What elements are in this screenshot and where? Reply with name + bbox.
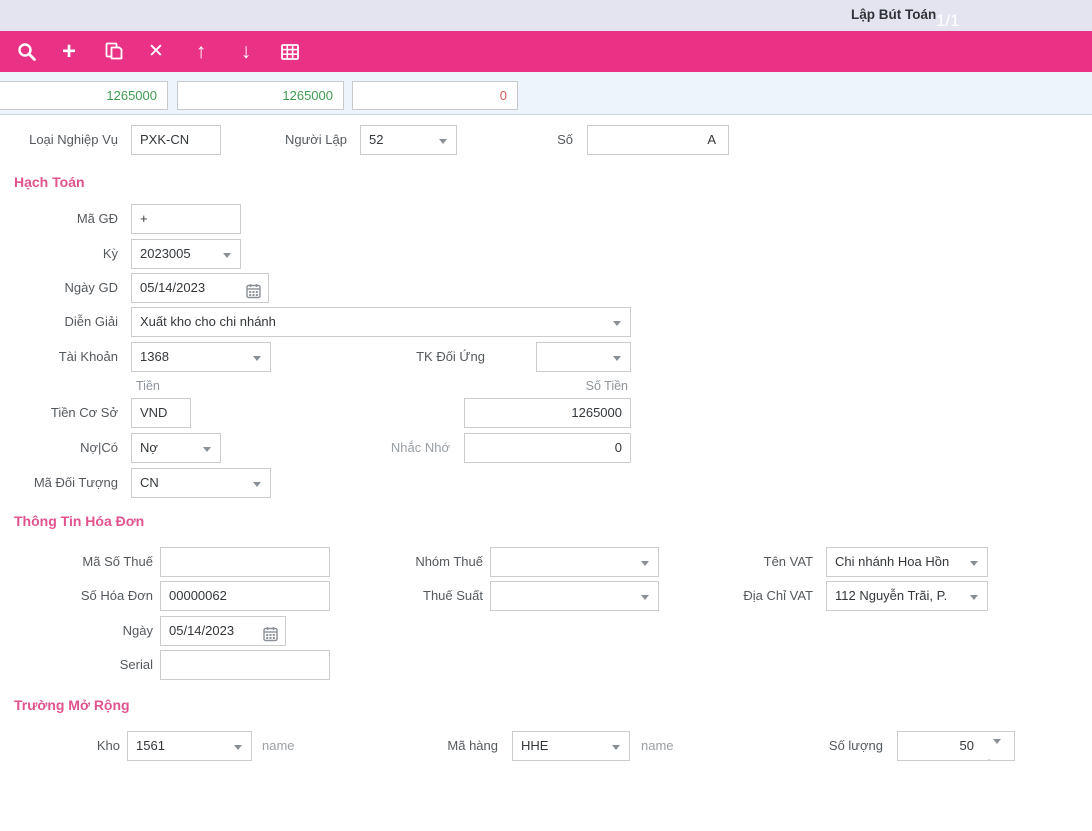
copy-button[interactable] bbox=[101, 39, 127, 65]
chevron-down-icon bbox=[253, 356, 261, 361]
so-hoa-don-label: Số Hóa Đơn bbox=[80, 588, 153, 603]
nguoi-lap-select[interactable]: 52 bbox=[360, 125, 457, 155]
ma-doi-tuong-select[interactable]: CN bbox=[131, 468, 271, 498]
chevron-down-icon bbox=[612, 745, 620, 750]
ngay-date-input[interactable]: 05/14/2023 bbox=[160, 616, 286, 646]
nguoi-lap-label: Người Lập bbox=[284, 132, 347, 147]
kho-name-hint: name bbox=[262, 738, 295, 753]
tien-co-so-input[interactable]: VND bbox=[131, 398, 191, 428]
move-up-button[interactable]: ↑ bbox=[188, 39, 214, 65]
hach-toan-heading: Hạch Toán bbox=[14, 174, 85, 190]
ky-label: Kỳ bbox=[102, 246, 118, 261]
nhac-nho-input[interactable]: 0 bbox=[464, 433, 631, 463]
page-title: Lập Bút Toán bbox=[851, 7, 937, 22]
no-co-label: Nợ|Có bbox=[80, 440, 118, 455]
so-label: Số bbox=[557, 132, 573, 147]
chevron-down-icon bbox=[223, 253, 231, 258]
tai-khoan-select[interactable]: 1368 bbox=[131, 342, 271, 372]
copy-icon bbox=[103, 42, 125, 66]
credit-total-field[interactable]: 1265000 bbox=[177, 81, 344, 110]
chevron-down-icon bbox=[613, 356, 621, 361]
page-indicator: 1/1 bbox=[936, 11, 960, 30]
arrow-up-icon: ↑ bbox=[195, 40, 207, 63]
ngay-gd-date-input[interactable]: 05/14/2023 bbox=[131, 273, 269, 303]
kho-select[interactable]: 1561 bbox=[127, 731, 252, 761]
debit-total-value: 1265000 bbox=[106, 88, 157, 103]
chevron-down-icon bbox=[439, 139, 447, 144]
add-button[interactable]: + bbox=[56, 39, 82, 65]
ma-so-thue-input[interactable] bbox=[160, 547, 330, 577]
dia-chi-vat-label: Địa Chỉ VAT bbox=[743, 588, 813, 603]
thue-suat-label: Thuế Suất bbox=[423, 588, 483, 603]
no-co-select[interactable]: Nợ bbox=[131, 433, 221, 463]
ma-hang-select[interactable]: HHE bbox=[512, 731, 630, 761]
ma-doi-tuong-label: Mã Đối Tượng bbox=[33, 475, 118, 490]
kho-label: Kho bbox=[96, 738, 120, 753]
serial-input[interactable] bbox=[160, 650, 330, 680]
dia-chi-vat-select[interactable]: 112 Nguyễn Trãi, P. bbox=[826, 581, 988, 611]
grid-button[interactable] bbox=[277, 39, 303, 65]
so-tien-input[interactable]: 1265000 bbox=[464, 398, 631, 428]
serial-label: Serial bbox=[119, 657, 153, 672]
calendar-icon[interactable] bbox=[263, 624, 278, 645]
toolbar: + ✕ ↑ ↓ bbox=[0, 31, 1092, 72]
add-icon: + bbox=[61, 38, 76, 65]
so-input[interactable]: A bbox=[587, 125, 729, 155]
tien-column-header: Tiền bbox=[136, 379, 160, 393]
arrow-down-icon: ↓ bbox=[240, 40, 252, 63]
ten-vat-select[interactable]: Chi nhánh Hoa Hồn bbox=[826, 547, 988, 577]
nhac-nho-label: Nhắc Nhớ bbox=[390, 440, 450, 455]
difference-field[interactable]: 0 bbox=[352, 81, 518, 110]
ma-gd-input[interactable]: + bbox=[131, 204, 241, 234]
chevron-down-icon bbox=[970, 561, 978, 566]
so-hoa-don-input[interactable]: 00000062 bbox=[160, 581, 330, 611]
tien-co-so-label: Tiền Cơ Sở bbox=[50, 405, 118, 420]
so-tien-column-header: Số Tiền bbox=[585, 379, 628, 393]
so-luong-label: Số lượng bbox=[828, 738, 883, 753]
chevron-down-icon bbox=[641, 595, 649, 600]
difference-value: 0 bbox=[499, 88, 507, 103]
loai-nghiep-vu-input[interactable]: PXK-CN bbox=[131, 125, 221, 155]
tk-doi-ung-label: TK Đối Ứng bbox=[416, 349, 485, 364]
search-button[interactable] bbox=[14, 39, 40, 65]
tai-khoan-label: Tài Khoản bbox=[58, 349, 118, 364]
move-down-button[interactable]: ↓ bbox=[233, 39, 259, 65]
nhom-thue-select[interactable] bbox=[490, 547, 659, 577]
thue-suat-select[interactable] bbox=[490, 581, 659, 611]
journal-entry-screen: Lập Bút Toán 1/1 + ✕ ↑ ↓ 1265000 1265000… bbox=[0, 0, 1092, 831]
ma-hang-label: Mã hàng bbox=[447, 738, 498, 753]
so-luong-stepper[interactable]: 50 bbox=[897, 731, 1015, 761]
credit-total-value: 1265000 bbox=[282, 88, 333, 103]
chevron-down-icon bbox=[253, 482, 261, 487]
ngay-label: Ngày bbox=[122, 623, 153, 638]
delete-button[interactable]: ✕ bbox=[143, 39, 169, 65]
chevron-down-icon bbox=[641, 561, 649, 566]
mo-rong-heading: Trường Mở Rộng bbox=[14, 697, 130, 713]
chevron-down-icon bbox=[613, 321, 621, 326]
ma-hang-name-hint: name bbox=[641, 738, 674, 753]
tk-doi-ung-select[interactable] bbox=[536, 342, 631, 372]
calendar-icon[interactable] bbox=[246, 281, 261, 302]
dien-giai-select[interactable]: Xuất kho cho chi nhánh bbox=[131, 307, 631, 337]
hoa-don-heading: Thông Tin Hóa Đơn bbox=[14, 513, 145, 529]
chevron-down-icon bbox=[203, 447, 211, 452]
ngay-gd-label: Ngày GD bbox=[64, 280, 118, 295]
ma-so-thue-label: Mã Số Thuế bbox=[82, 554, 153, 569]
chevron-down-icon bbox=[234, 745, 242, 750]
spinner-icon[interactable] bbox=[985, 738, 1001, 760]
ten-vat-label: Tên VAT bbox=[763, 554, 813, 569]
ky-select[interactable]: 2023005 bbox=[131, 239, 241, 269]
loai-nghiep-vu-label: Loại Nghiệp Vụ bbox=[29, 132, 118, 147]
grid-icon bbox=[279, 44, 301, 66]
debit-total-field[interactable]: 1265000 bbox=[0, 81, 168, 110]
search-icon bbox=[16, 43, 38, 66]
nhom-thue-label: Nhóm Thuế bbox=[415, 554, 483, 569]
dien-giai-label: Diễn Giải bbox=[64, 314, 118, 329]
delete-icon: ✕ bbox=[148, 41, 164, 62]
chevron-down-icon bbox=[970, 595, 978, 600]
ma-gd-label: Mã GĐ bbox=[76, 211, 118, 226]
